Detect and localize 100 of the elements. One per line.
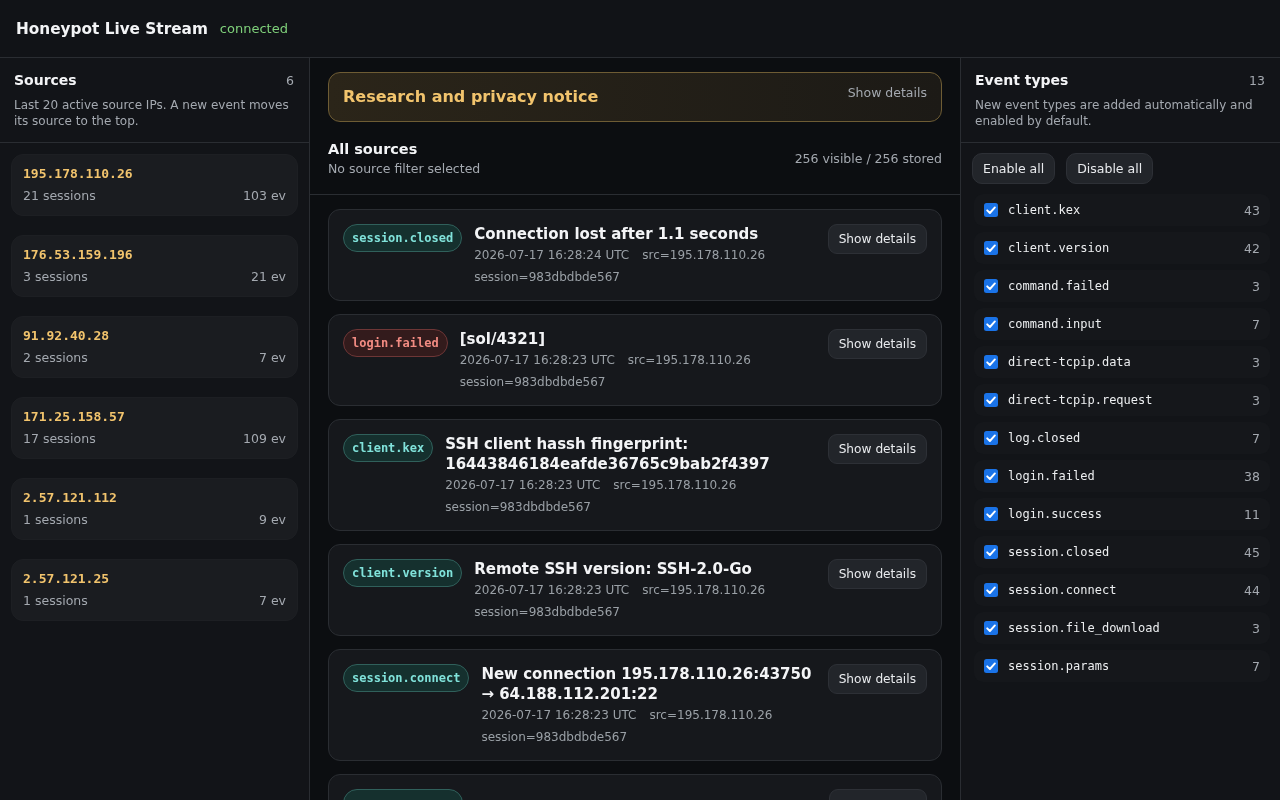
- checkbox[interactable]: [984, 317, 998, 331]
- event-count: 103 ev: [243, 188, 286, 203]
- event-type-total: 44: [1244, 582, 1260, 598]
- app-title: Honeypot Live Stream: [16, 19, 208, 38]
- toggle-all-button[interactable]: Disable all: [1066, 153, 1154, 184]
- source-card[interactable]: 171.25.158.57 17 sessions 109 ev: [11, 397, 298, 459]
- event-type-tag: session.closed: [343, 224, 463, 252]
- session-count: 3 sessions: [23, 269, 88, 284]
- notice-title: Research and privacy notice: [343, 87, 599, 106]
- session-count: 1 sessions: [23, 512, 88, 527]
- show-details-button[interactable]: Show details: [827, 664, 927, 694]
- checkbox[interactable]: [984, 355, 998, 369]
- checkbox[interactable]: [984, 621, 998, 635]
- panel-description: Last 20 active source IPs. A new event moves its source to the top.: [14, 97, 290, 129]
- event-type-tag: client.version: [343, 559, 463, 587]
- filter-status: No source filter selected: [328, 161, 481, 176]
- event-time: 2026-07-17 16:28:23 UTC: [474, 582, 630, 599]
- event-type-total: 43: [1244, 202, 1260, 218]
- event-time: 2026-07-17 16:28:23 UTC: [445, 477, 601, 494]
- event-type-label: direct-tcpip.data: [1008, 355, 1132, 369]
- source-ip: 91.92.40.28: [23, 328, 111, 343]
- event-type-total: 42: [1244, 240, 1260, 256]
- event-title: [sol/4321]: [459, 329, 546, 349]
- event-type-label: command.failed: [1008, 279, 1111, 293]
- checkbox[interactable]: [984, 583, 998, 597]
- event-count: 9 ev: [259, 512, 286, 527]
- event-session: session=983dbdbde567: [445, 499, 591, 516]
- source-card[interactable]: 91.92.40.28 2 sessions 7 ev: [11, 316, 298, 378]
- toggle-all-button[interactable]: Enable all: [972, 153, 1056, 184]
- event-type-label: session.connect: [1008, 583, 1118, 597]
- checkbox[interactable]: [984, 545, 998, 559]
- event-title: SSH client hassh fingerprint: 16443846184eafde36765c9bab2f4397: [445, 434, 771, 474]
- event-type-label: direct-tcpip.request: [1008, 393, 1154, 407]
- panel-description: New event types are added automatically and enabled by default.: [975, 97, 1254, 129]
- event-type-total: 11: [1244, 506, 1260, 522]
- connection-status: connected: [219, 21, 288, 36]
- event-type-total: 7: [1252, 430, 1260, 446]
- event-type-tag: client.kex: [343, 434, 434, 462]
- event-time: 2026-07-17 16:28:24 UTC: [474, 247, 630, 264]
- show-details-button[interactable]: Show details: [827, 559, 927, 589]
- show-details-link[interactable]: Show details: [847, 85, 927, 100]
- checkbox[interactable]: [984, 469, 998, 483]
- event-time: 2026-07-17 16:28:23 UTC: [481, 707, 637, 724]
- source-card[interactable]: 2.57.121.112 1 sessions 9 ev: [11, 478, 298, 540]
- event-type-total: 3: [1252, 354, 1260, 370]
- panel-title: Sources: [14, 72, 77, 88]
- event-title: Remote SSH version: SSH-2.0-Go: [474, 559, 753, 579]
- source-ip: 2.57.121.112: [23, 490, 118, 505]
- event-session: session=983dbdbde567: [474, 269, 620, 286]
- source-ip: 2.57.121.25: [23, 571, 111, 586]
- session-count: 1 sessions: [23, 593, 88, 608]
- panel-title: Event types: [975, 72, 1069, 88]
- feed-title: All sources: [328, 141, 419, 157]
- event-session: session=983dbdbde567: [474, 604, 620, 621]
- event-type-label: command.input: [1008, 317, 1103, 331]
- event-type-label: client.version: [1008, 241, 1111, 255]
- checkbox[interactable]: [984, 241, 998, 255]
- event-type-count: 13: [1249, 73, 1266, 88]
- event-counter: 256 visible / 256 stored: [794, 151, 942, 166]
- checkbox[interactable]: [984, 507, 998, 521]
- event-type-label: session.closed: [1008, 545, 1111, 559]
- event-count: 21 ev: [251, 269, 286, 284]
- source-ip: 195.178.110.26: [23, 166, 134, 181]
- show-details-button[interactable]: Show details: [827, 434, 927, 464]
- checkbox[interactable]: [984, 431, 998, 445]
- source-card[interactable]: 176.53.159.196 3 sessions 21 ev: [11, 235, 298, 297]
- event-source: src=195.178.110.26: [642, 247, 766, 264]
- event-source: src=195.178.110.26: [649, 707, 773, 724]
- event-source: src=195.178.110.26: [642, 582, 766, 599]
- event-type-label: client.kex: [1008, 203, 1082, 217]
- source-count: 6: [286, 73, 295, 88]
- show-details-button[interactable]: Show details: [827, 329, 927, 359]
- event-count: 7 ev: [259, 350, 286, 365]
- source-card[interactable]: 2.57.121.25 1 sessions 7 ev: [11, 559, 298, 621]
- event-type-label: login.failed: [1008, 469, 1096, 483]
- source-ip: 171.25.158.57: [23, 409, 126, 424]
- checkbox[interactable]: [984, 393, 998, 407]
- event-count: 7 ev: [259, 593, 286, 608]
- event-type-total: 45: [1244, 544, 1260, 560]
- checkbox[interactable]: [984, 279, 998, 293]
- event-type-tag: login.failed: [343, 329, 448, 357]
- event-type-label: login.success: [1008, 507, 1103, 521]
- event-type-label: session.file_download: [1008, 621, 1161, 635]
- event-session: session=983dbdbde567: [481, 729, 628, 746]
- checkbox[interactable]: [984, 203, 998, 217]
- source-card[interactable]: 195.178.110.26 21 sessions 103 ev: [11, 154, 298, 216]
- event-time: 2026-07-17 16:28:23 UTC: [459, 352, 615, 369]
- session-count: 21 sessions: [23, 188, 96, 203]
- event-session: session=983dbdbde567: [459, 374, 606, 391]
- show-details-button[interactable]: Show details: [827, 224, 927, 254]
- event-type-total: 3: [1252, 620, 1260, 636]
- event-count: 109 ev: [243, 431, 286, 446]
- event-title: New connection 195.178.110.26:43750 → 64.188.112.201:22: [481, 664, 813, 704]
- event-type-total: 3: [1252, 278, 1260, 294]
- checkbox[interactable]: [984, 659, 998, 673]
- session-count: 17 sessions: [23, 431, 96, 446]
- event-type-tag: session.connect: [343, 664, 470, 692]
- event-source: src=195.178.110.26: [613, 477, 737, 494]
- source-ip: 176.53.159.196: [23, 247, 134, 262]
- event-title: Connection lost after 1.1 seconds: [474, 224, 760, 244]
